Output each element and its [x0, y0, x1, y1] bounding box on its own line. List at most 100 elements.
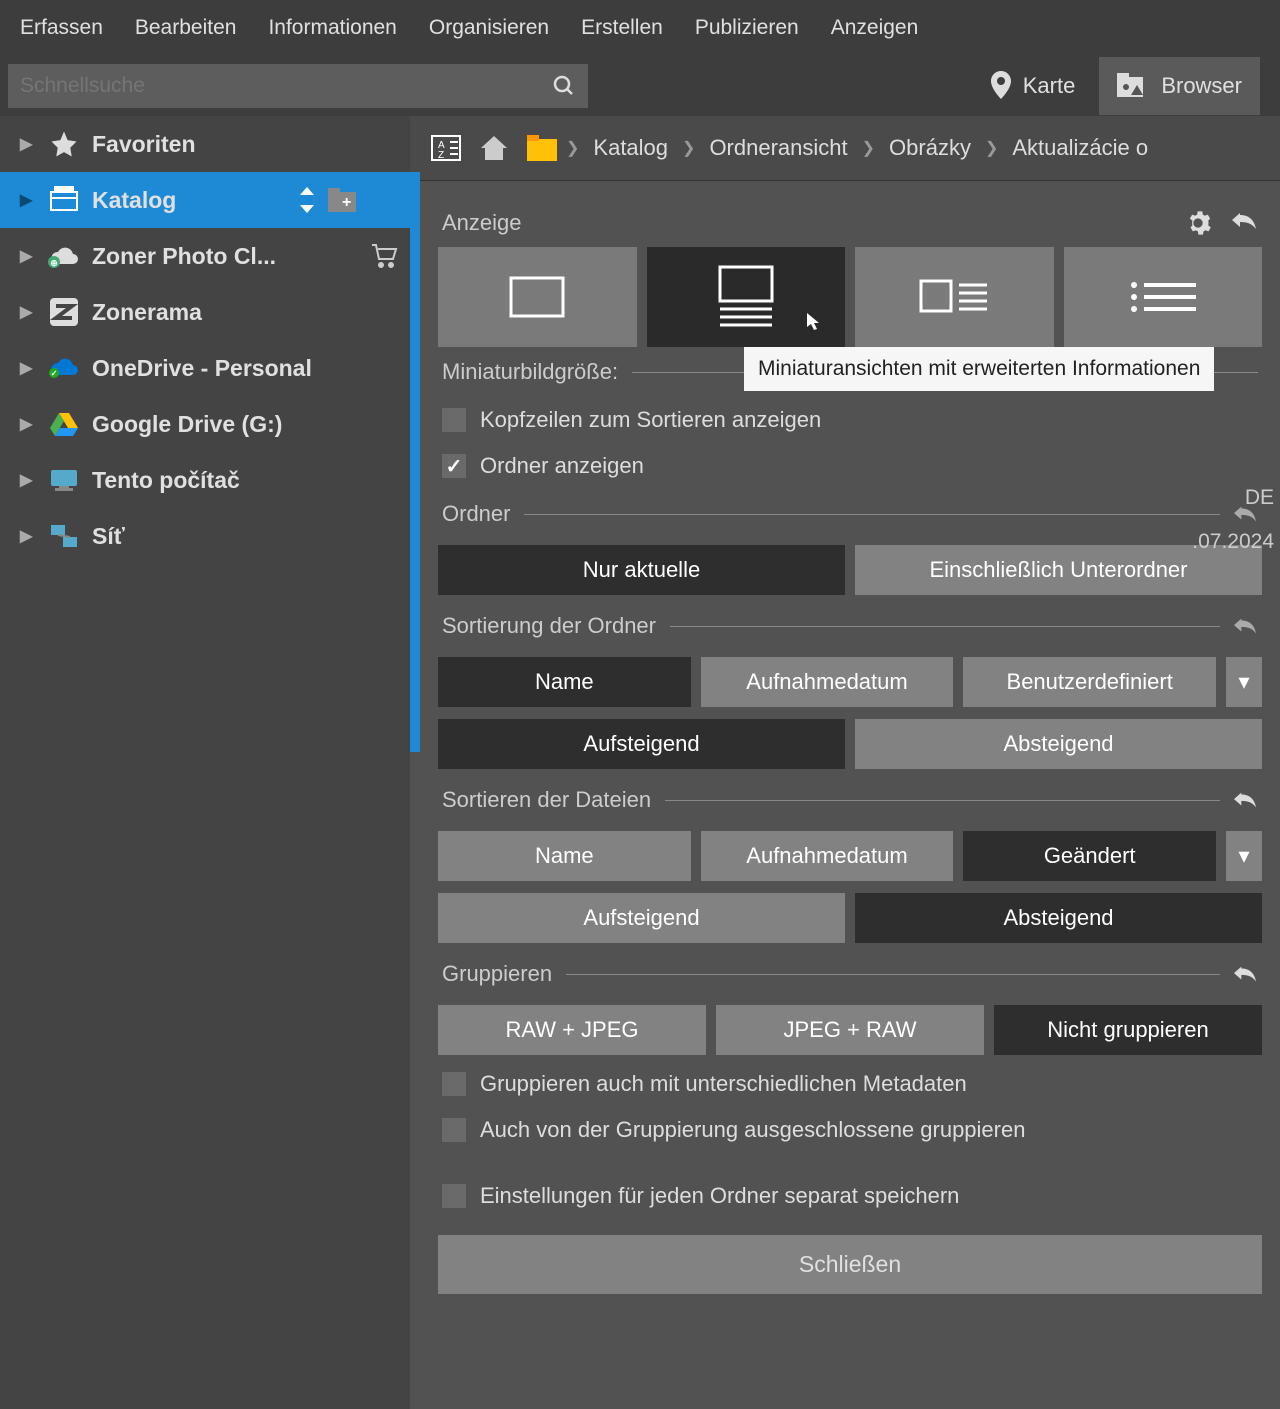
svg-text:✓: ✓	[51, 369, 58, 378]
sort-icon[interactable]	[298, 187, 316, 213]
btn-name[interactable]: Name	[438, 831, 691, 881]
sidebar-item-network[interactable]: ▶ Síť	[0, 508, 410, 564]
browser-label: Browser	[1161, 73, 1242, 99]
selection-indicator	[410, 172, 420, 752]
search-icon[interactable]	[552, 74, 576, 98]
expand-icon[interactable]: ▶	[20, 358, 36, 378]
home-icon[interactable]	[476, 130, 512, 166]
btn-absteigend[interactable]: Absteigend	[855, 719, 1262, 769]
sidebar-item-katalog[interactable]: ▶ Katalog +	[0, 172, 410, 228]
btn-raw-jpeg[interactable]: RAW + JPEG	[438, 1005, 706, 1055]
btn-aufsteigend[interactable]: Aufsteigend	[438, 719, 845, 769]
view-mode-tiles[interactable]	[855, 247, 1054, 347]
view-mode-details[interactable]	[1064, 247, 1263, 347]
breadcrumb-obrazky[interactable]: Obrázky	[875, 135, 985, 161]
undo-icon[interactable]	[1230, 209, 1258, 237]
btn-more-dropdown[interactable]: ▾	[1226, 657, 1262, 707]
sidebar-item-zonerama[interactable]: ▶ Zonerama	[0, 284, 410, 340]
btn-more-dropdown[interactable]: ▾	[1226, 831, 1262, 881]
group-meta-row[interactable]: Gruppieren auch mit unterschiedlichen Me…	[438, 1061, 1262, 1107]
divider	[524, 514, 1220, 515]
checkbox[interactable]	[442, 408, 466, 432]
sidebar-item-zoner-cloud[interactable]: ▶ ⊕ Zoner Photo Cl...	[0, 228, 410, 284]
sidebar-item-computer[interactable]: ▶ Tento počítač	[0, 452, 410, 508]
expand-icon[interactable]: ▶	[20, 526, 36, 546]
chevron-right-icon: ❯	[985, 138, 998, 158]
az-sort-icon[interactable]: AZ	[428, 130, 464, 166]
sidebar-item-label: Zonerama	[92, 299, 202, 326]
menu-informationen[interactable]: Informationen	[252, 6, 412, 50]
checkbox[interactable]	[442, 1072, 466, 1096]
search-box[interactable]	[8, 64, 588, 108]
gdrive-icon	[48, 408, 80, 440]
onedrive-icon: ✓	[48, 352, 80, 384]
karte-button[interactable]: Karte	[989, 71, 1076, 101]
btn-jpeg-raw[interactable]: JPEG + RAW	[716, 1005, 984, 1055]
sidebar-item-label: Katalog	[92, 187, 176, 214]
expand-icon[interactable]: ▶	[20, 246, 36, 266]
menu-organisieren[interactable]: Organisieren	[413, 6, 565, 50]
map-pin-icon	[989, 71, 1013, 101]
section-label: Ordner	[442, 501, 510, 527]
cloud-icon: ⊕	[48, 240, 80, 272]
expand-icon[interactable]: ▶	[20, 302, 36, 322]
cart-icon[interactable]	[370, 243, 398, 269]
close-button[interactable]: Schließen	[438, 1235, 1262, 1294]
menu-anzeigen[interactable]: Anzeigen	[815, 6, 935, 50]
divider	[665, 800, 1220, 801]
view-panel: Anzeige	[438, 199, 1262, 1294]
section-sort-dateien: Sortieren der Dateien	[438, 775, 1262, 825]
undo-icon[interactable]	[1232, 789, 1258, 811]
undo-icon[interactable]	[1232, 615, 1258, 637]
undo-icon[interactable]	[1232, 963, 1258, 985]
show-headers-row[interactable]: Kopfzeilen zum Sortieren anzeigen	[438, 397, 1262, 443]
menu-publizieren[interactable]: Publizieren	[679, 6, 815, 50]
btn-geaendert[interactable]: Geändert	[963, 831, 1216, 881]
breadcrumb-ordneransicht[interactable]: Ordneransicht	[695, 135, 861, 161]
sidebar-item-label: Tento počítač	[92, 467, 240, 494]
gear-icon[interactable]	[370, 186, 398, 214]
star-icon	[48, 128, 80, 160]
breadcrumb-aktualizacie[interactable]: Aktualizácie o	[998, 135, 1162, 161]
expand-icon[interactable]: ▶	[20, 134, 36, 154]
sidebar-item-gdrive[interactable]: ▶ Google Drive (G:)	[0, 396, 410, 452]
main: ▶ Favoriten ▶ Katalog + ▶ ⊕ Zoner Photo	[0, 116, 1280, 1409]
new-folder-icon[interactable]: +	[328, 188, 358, 212]
checkbox[interactable]	[442, 454, 466, 478]
folder-icon[interactable]	[524, 130, 560, 166]
show-folders-row[interactable]: Ordner anzeigen	[438, 443, 1262, 489]
group-excluded-row[interactable]: Auch von der Gruppierung ausgeschlossene…	[438, 1107, 1262, 1153]
expand-icon[interactable]: ▶	[20, 190, 36, 210]
sidebar-item-onedrive[interactable]: ▶ ✓ OneDrive - Personal	[0, 340, 410, 396]
gear-icon[interactable]	[1184, 209, 1212, 237]
view-mode-thumbnails[interactable]	[438, 247, 637, 347]
expand-icon[interactable]: ▶	[20, 470, 36, 490]
checkbox[interactable]	[442, 1118, 466, 1142]
svg-text:⊕: ⊕	[50, 258, 58, 268]
search-input[interactable]	[20, 74, 576, 98]
menu-erfassen[interactable]: Erfassen	[4, 6, 119, 50]
per-folder-row[interactable]: Einstellungen für jeden Ordner separat s…	[438, 1173, 1262, 1219]
btn-absteigend[interactable]: Absteigend	[855, 893, 1262, 943]
btn-aufnahmedatum[interactable]: Aufnahmedatum	[701, 831, 954, 881]
sidebar-item-label: Zoner Photo Cl...	[92, 243, 276, 270]
btn-benutzerdefiniert[interactable]: Benutzerdefiniert	[963, 657, 1216, 707]
btn-nur-aktuelle[interactable]: Nur aktuelle	[438, 545, 845, 595]
browser-button[interactable]: Browser	[1099, 57, 1260, 115]
btn-aufnahmedatum[interactable]: Aufnahmedatum	[701, 657, 954, 707]
sidebar-item-favoriten[interactable]: ▶ Favoriten	[0, 116, 410, 172]
btn-nicht-gruppieren[interactable]: Nicht gruppieren	[994, 1005, 1262, 1055]
btn-aufsteigend[interactable]: Aufsteigend	[438, 893, 845, 943]
menu-erstellen[interactable]: Erstellen	[565, 6, 679, 50]
breadcrumb-katalog[interactable]: Katalog	[579, 135, 682, 161]
computer-icon	[48, 464, 80, 496]
dateien-sort-order-row: Aufsteigend Absteigend	[438, 887, 1262, 949]
view-mode-thumbs-extended[interactable]	[647, 247, 846, 347]
checkbox[interactable]	[442, 1184, 466, 1208]
section-gruppieren: Gruppieren	[438, 949, 1262, 999]
gruppieren-row: RAW + JPEG JPEG + RAW Nicht gruppieren	[438, 999, 1262, 1061]
sidebar-item-label: OneDrive - Personal	[92, 355, 312, 382]
expand-icon[interactable]: ▶	[20, 414, 36, 434]
menu-bearbeiten[interactable]: Bearbeiten	[119, 6, 253, 50]
btn-name[interactable]: Name	[438, 657, 691, 707]
